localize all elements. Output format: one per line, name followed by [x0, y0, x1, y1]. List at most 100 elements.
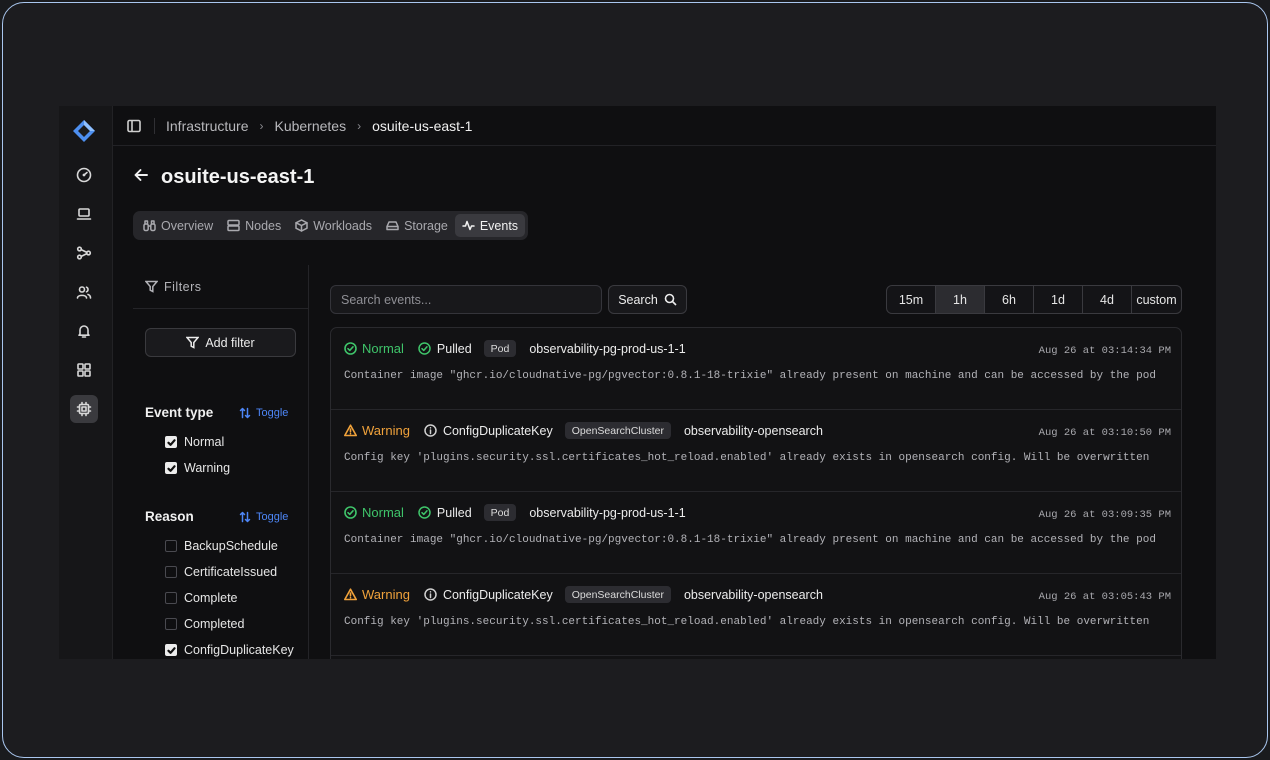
- option-label: Complete: [184, 591, 238, 605]
- breadcrumb: Infrastructure › Kubernetes › osuite-us-…: [166, 118, 472, 134]
- server-icon: [227, 219, 240, 232]
- range-6h[interactable]: 6h: [985, 286, 1034, 313]
- arrows-up-down-icon: [239, 511, 251, 523]
- logo-icon[interactable]: [71, 118, 97, 144]
- tab-bar: Overview Nodes Workloads Storage Events: [133, 211, 529, 240]
- filters-header: Filters: [133, 265, 309, 309]
- event-object[interactable]: observability-pg-prod-us-1-1: [529, 506, 685, 520]
- checkbox[interactable]: [165, 592, 177, 604]
- tab-label: Storage: [404, 218, 448, 233]
- range-1d[interactable]: 1d: [1034, 286, 1083, 313]
- event-timestamp: Aug 26 at 03:09:35 PM: [1038, 509, 1171, 521]
- range-4d[interactable]: 4d: [1083, 286, 1132, 313]
- events-list: Normal Pulled Pod observability-pg-prod-…: [330, 327, 1182, 659]
- search-button[interactable]: Search: [608, 285, 687, 314]
- toggle-label: Toggle: [256, 407, 289, 419]
- tab-label: Overview: [161, 218, 214, 233]
- event-header: Normal Pulled Pod observability-pg-prod-…: [344, 340, 686, 357]
- filter-option-warning[interactable]: Warning: [165, 461, 230, 475]
- event-type-badge: Warning: [344, 587, 410, 602]
- filter-option-certificateissued[interactable]: CertificateIssued: [165, 565, 277, 579]
- event-reason-label: Pulled: [436, 341, 472, 356]
- cpu-icon[interactable]: [70, 395, 98, 423]
- option-label: Warning: [184, 461, 231, 475]
- tab-label: Events: [479, 218, 519, 233]
- filter-option-backupschedule[interactable]: BackupSchedule: [165, 539, 278, 553]
- event-type-toggle[interactable]: Toggle: [239, 407, 288, 419]
- search-input[interactable]: [330, 285, 602, 314]
- option-label: ConfigDuplicateKey: [184, 643, 294, 657]
- event-reason: ConfigDuplicateKey: [424, 424, 553, 438]
- reason-toggle[interactable]: Toggle: [239, 511, 288, 523]
- event-reason-label: Pulled: [436, 505, 472, 520]
- event-timestamp: Aug 26 at 03:14:34 PM: [1038, 345, 1171, 357]
- binoculars-icon: [143, 220, 156, 232]
- add-filter-label: Add filter: [205, 335, 255, 350]
- event-kind-badge: Pod: [483, 504, 517, 521]
- range-15m[interactable]: 15m: [887, 286, 936, 313]
- arrows-up-down-icon: [239, 407, 251, 419]
- chevron-right-icon: ›: [357, 119, 362, 133]
- chevron-right-icon: ›: [259, 119, 264, 133]
- warning-triangle-icon: [344, 588, 357, 601]
- tab-events[interactable]: Events: [454, 214, 526, 237]
- divider: [154, 118, 155, 134]
- event-timestamp: Aug 26 at 03:10:50 PM: [1038, 427, 1171, 439]
- sidebar-toggle-icon[interactable]: [127, 119, 141, 133]
- workflow-icon[interactable]: [70, 239, 98, 267]
- event-type: Warning: [362, 423, 410, 438]
- event-object[interactable]: observability-opensearch: [684, 588, 823, 602]
- event-row[interactable]: Warning ConfigDuplicateKey OpenSearchClu…: [331, 410, 1181, 492]
- checkbox-checked[interactable]: [165, 436, 177, 448]
- checkbox[interactable]: [165, 540, 177, 552]
- search-button-label: Search: [618, 292, 658, 307]
- reason-title: Reason: [145, 509, 194, 524]
- checkbox-checked[interactable]: [165, 644, 177, 656]
- breadcrumb-item-infrastructure[interactable]: Infrastructure: [166, 118, 248, 134]
- event-row[interactable]: Warning ConfigDuplicateKey OpenSearchClu…: [331, 574, 1181, 656]
- breadcrumb-item-current: osuite-us-east-1: [372, 118, 473, 134]
- main-content: Infrastructure › Kubernetes › osuite-us-…: [113, 106, 1216, 659]
- event-object[interactable]: observability-opensearch: [684, 424, 823, 438]
- event-message: Config key 'plugins.security.ssl.certifi…: [344, 452, 1150, 464]
- checkbox[interactable]: [165, 566, 177, 578]
- tab-label: Nodes: [245, 218, 282, 233]
- event-row[interactable]: Normal Pulled Pod observability-pg-prod-…: [331, 328, 1181, 410]
- add-filter-button[interactable]: Add filter: [145, 328, 296, 357]
- range-custom[interactable]: custom: [1132, 286, 1181, 313]
- users-icon[interactable]: [70, 278, 98, 306]
- breadcrumb-item-kubernetes[interactable]: Kubernetes: [274, 118, 346, 134]
- checkbox[interactable]: [165, 618, 177, 630]
- bell-icon[interactable]: [70, 317, 98, 345]
- filter-option-completed[interactable]: Completed: [165, 617, 244, 631]
- filter-option-complete[interactable]: Complete: [165, 591, 238, 605]
- tab-overview[interactable]: Overview: [136, 214, 220, 237]
- laptop-icon[interactable]: [70, 200, 98, 228]
- filters-panel: Filters Add filter Event type Toggle Nor…: [133, 265, 309, 659]
- tab-nodes[interactable]: Nodes: [220, 214, 288, 237]
- info-circle-icon: [424, 424, 437, 437]
- filter-option-normal[interactable]: Normal: [165, 435, 224, 449]
- event-row[interactable]: Normal Pulled Pod observability-pg-prod-…: [331, 492, 1181, 574]
- grid-icon[interactable]: [70, 356, 98, 384]
- tab-storage[interactable]: Storage: [379, 214, 455, 237]
- top-bar: Infrastructure › Kubernetes › osuite-us-…: [113, 106, 1216, 146]
- checkbox-checked[interactable]: [165, 462, 177, 474]
- filter-option-configduplicatekey[interactable]: ConfigDuplicateKey: [165, 643, 294, 657]
- tab-workloads[interactable]: Workloads: [288, 214, 379, 237]
- icon-rail: [59, 106, 113, 659]
- range-1h[interactable]: 1h: [936, 286, 985, 313]
- gauge-icon[interactable]: [70, 161, 98, 189]
- event-message: Config key 'plugins.security.ssl.certifi…: [344, 616, 1150, 628]
- back-arrow-icon[interactable]: [133, 167, 149, 188]
- option-label: Normal: [184, 435, 225, 449]
- filter-icon: [145, 280, 158, 293]
- event-type-badge: Normal: [344, 505, 404, 520]
- option-label: CertificateIssued: [184, 565, 278, 579]
- event-kind-badge: OpenSearchCluster: [564, 422, 671, 439]
- option-label: Completed: [184, 617, 245, 631]
- event-object[interactable]: observability-pg-prod-us-1-1: [529, 342, 685, 356]
- warning-triangle-icon: [344, 424, 357, 437]
- event-reason: Pulled: [418, 342, 472, 356]
- event-type: Normal: [362, 505, 404, 520]
